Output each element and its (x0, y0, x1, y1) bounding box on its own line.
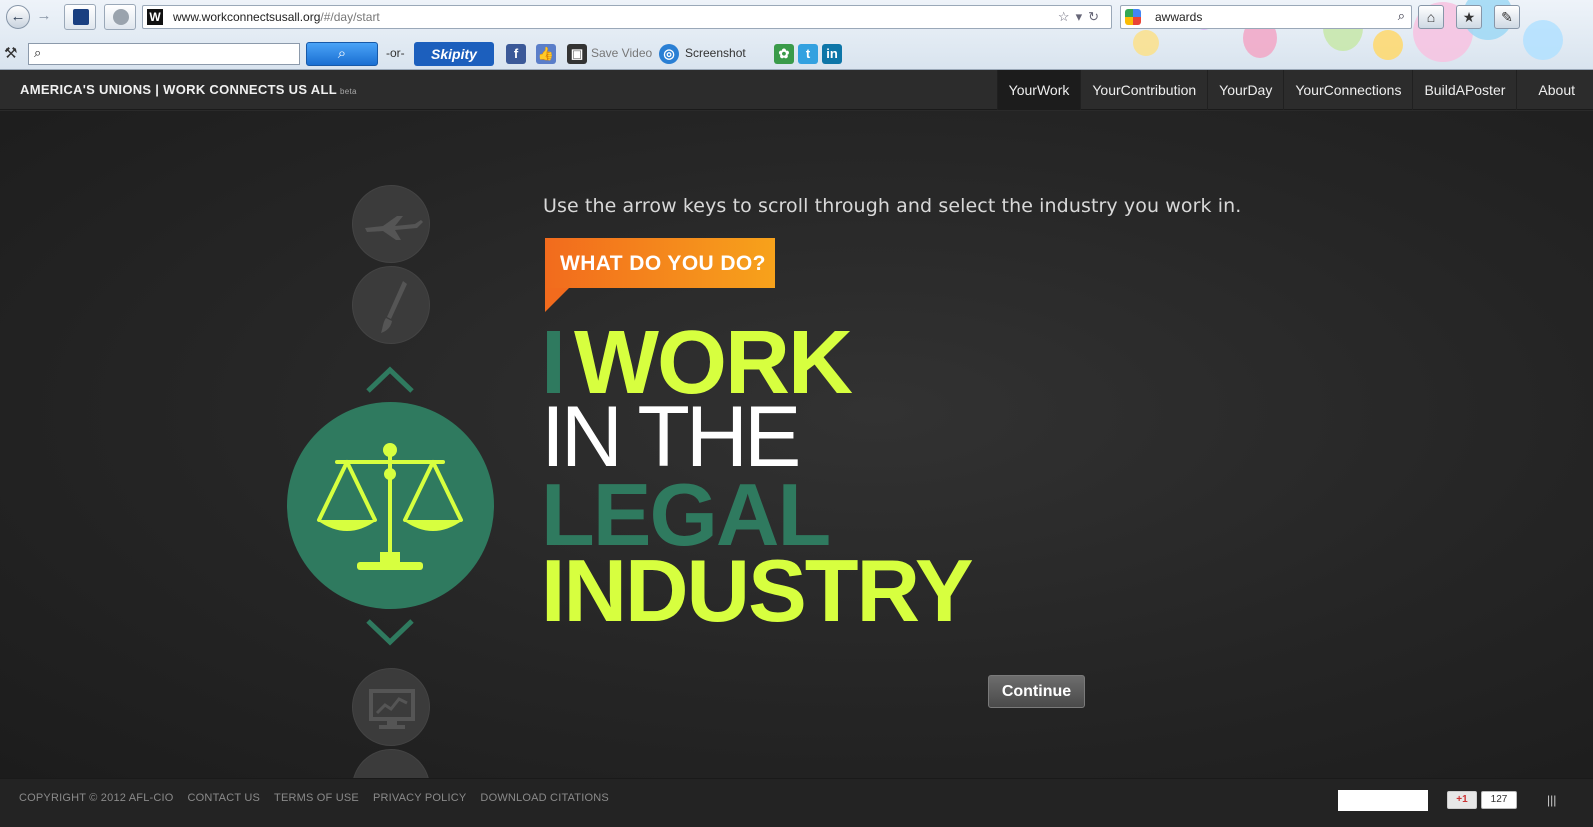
headline-industry: INDUSTRY (541, 541, 974, 640)
tools-button[interactable]: ✎ (1494, 5, 1520, 29)
forward-button[interactable]: → (32, 5, 56, 29)
facebook-like-box[interactable] (1338, 790, 1428, 811)
bookmarks-button[interactable]: ★ (1456, 5, 1482, 29)
screenshot-icon[interactable]: ◎ (659, 44, 679, 64)
site-footer: COPYRIGHT © 2012 AFL-CIO CONTACT US TERM… (0, 778, 1593, 827)
google-plus-button[interactable]: +1 (1447, 791, 1477, 809)
wrench-icon[interactable]: ⚒ (4, 44, 17, 62)
main-nav: YourWork YourContribution YourDay YourCo… (996, 70, 1593, 110)
share-icon[interactable]: ✿ (774, 44, 794, 64)
badge-text: WHAT DO YOU DO? (560, 252, 766, 275)
chevron-down-icon[interactable] (364, 617, 416, 647)
home-button[interactable]: ⌂ (1418, 5, 1444, 29)
monitor-chart-icon[interactable] (352, 668, 430, 746)
nav-yourconnections[interactable]: YourConnections (1283, 70, 1412, 110)
back-button[interactable]: ← (6, 5, 30, 29)
tab-pinned-chart[interactable] (64, 4, 96, 30)
site-header: AMERICA'S UNIONS | WORK CONNECTS US ALL b… (0, 70, 1593, 110)
download-citations-link[interactable]: DOWNLOAD CITATIONS (480, 792, 608, 804)
linkedin-icon[interactable]: in (822, 44, 842, 64)
site-title[interactable]: AMERICA'S UNIONS | WORK CONNECTS US ALL b… (20, 82, 357, 97)
twitter-icon[interactable]: t (798, 44, 818, 64)
address-bar[interactable]: W www.workconnectsusall.org/#/day/start … (142, 5, 1112, 29)
continue-button[interactable]: Continue (988, 675, 1085, 708)
barcode-icon: ||| (1547, 793, 1557, 807)
chevron-up-icon[interactable] (364, 365, 416, 395)
what-do-you-do-badge: WHAT DO YOU DO? (545, 238, 775, 318)
browser-chrome: ← → W www.workconnectsusall.org/#/day/st… (0, 0, 1593, 70)
search-icon[interactable]: ⌕ (1398, 8, 1405, 24)
search-box[interactable]: awwards ⌕ (1120, 5, 1412, 29)
addon-toolbar: ⚒ ⌕ ⌕ -or- Skipity f 👍 ▣ Save Video ◎ Sc… (0, 36, 900, 68)
footer-links: COPYRIGHT © 2012 AFL-CIO CONTACT US TERM… (19, 792, 623, 804)
airplane-icon[interactable] (352, 185, 430, 263)
paintbrush-icon[interactable] (352, 266, 430, 344)
site-favicon: W (147, 9, 163, 25)
toolbar-search-button[interactable]: ⌕ (306, 42, 378, 66)
nav-yourcontribution[interactable]: YourContribution (1080, 70, 1207, 110)
or-label: -or- (386, 46, 405, 60)
google-plus-count: 127 (1481, 791, 1517, 809)
beta-label: beta (339, 87, 357, 96)
copyright-text: COPYRIGHT © 2012 AFL-CIO (19, 792, 174, 804)
nav-yourday[interactable]: YourDay (1207, 70, 1283, 110)
skipity-button[interactable]: Skipity (414, 42, 494, 66)
address-bar-controls[interactable]: ☆▾↻ (1058, 9, 1105, 25)
chart-icon (73, 9, 89, 25)
tab-pinned-puzzle[interactable] (104, 4, 136, 30)
search-value: awwards (1155, 10, 1203, 24)
save-video-label[interactable]: Save Video (591, 46, 652, 60)
contact-us-link[interactable]: CONTACT US (188, 792, 261, 804)
nav-yourwork[interactable]: YourWork (996, 70, 1081, 110)
url-text: www.workconnectsusall.org/#/day/start (173, 10, 380, 24)
screenshot-label[interactable]: Screenshot (685, 46, 746, 60)
industry-selector: Use the arrow keys to scroll through and… (0, 111, 1593, 778)
save-video-icon[interactable]: ▣ (567, 44, 587, 64)
search-icon: ⌕ (34, 45, 42, 60)
scales-of-justice-icon (287, 402, 494, 609)
terms-of-use-link[interactable]: TERMS OF USE (274, 792, 359, 804)
facebook-icon[interactable]: f (506, 44, 526, 64)
toolbar-search-input[interactable]: ⌕ (28, 43, 300, 65)
instruction-text: Use the arrow keys to scroll through and… (543, 195, 1242, 217)
like-icon[interactable]: 👍 (536, 44, 556, 64)
nav-about[interactable]: About (1516, 70, 1593, 110)
google-icon (1125, 9, 1141, 25)
next-industry-icon[interactable] (352, 749, 430, 778)
puzzle-icon (113, 9, 129, 25)
privacy-policy-link[interactable]: PRIVACY POLICY (373, 792, 466, 804)
nav-buildaposter[interactable]: BuildAPoster (1412, 70, 1516, 110)
